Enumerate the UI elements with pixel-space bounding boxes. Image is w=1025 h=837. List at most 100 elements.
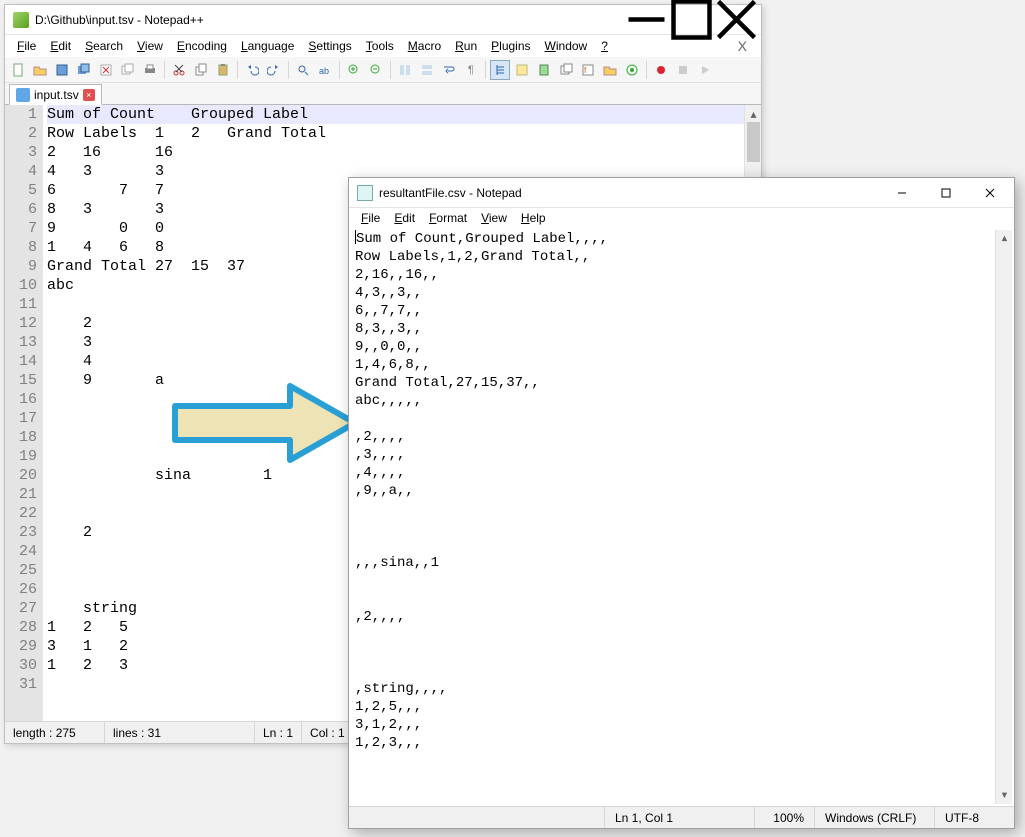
text-line[interactable] [355, 536, 995, 554]
close-all-icon[interactable] [118, 60, 138, 80]
np-scrollbar[interactable]: ▴ ▾ [995, 230, 1012, 804]
wrap-icon[interactable] [439, 60, 459, 80]
text-line[interactable]: 6,,7,7,, [355, 302, 995, 320]
close-file-icon[interactable] [96, 60, 116, 80]
code-line[interactable]: 2 16 16 [47, 143, 744, 162]
np-titlebar[interactable]: resultantFile.csv - Notepad [349, 178, 1014, 208]
text-line[interactable]: ,3,,,, [355, 446, 995, 464]
text-line[interactable]: ,,,sina,,1 [355, 554, 995, 572]
text-line[interactable]: ,2,,,, [355, 608, 995, 626]
close-button[interactable] [968, 179, 1012, 207]
menu-view[interactable]: View [475, 210, 513, 226]
save-all-icon[interactable] [74, 60, 94, 80]
text-line[interactable]: 2,16,,16,, [355, 266, 995, 284]
text-line[interactable]: 1,2,5,,, [355, 698, 995, 716]
npp-titlebar[interactable]: D:\Github\input.tsv - Notepad++ [5, 5, 761, 35]
code-line[interactable]: Row Labels 1 2 Grand Total [47, 124, 744, 143]
menu-file[interactable]: File [11, 37, 42, 55]
menu-window[interactable]: Window [539, 37, 594, 55]
scroll-up-icon[interactable]: ▴ [745, 105, 761, 122]
scroll-up-icon[interactable]: ▴ [996, 230, 1013, 247]
maximize-button[interactable] [924, 179, 968, 207]
menu-settings[interactable]: Settings [302, 37, 357, 55]
replace-icon[interactable]: ab [315, 60, 335, 80]
maximize-button[interactable] [669, 6, 714, 34]
menu-plugins[interactable]: Plugins [485, 37, 536, 55]
text-line[interactable] [355, 662, 995, 680]
text-line[interactable]: 8,3,,3,, [355, 320, 995, 338]
monitor-icon[interactable] [622, 60, 642, 80]
text-line[interactable]: ,string,,,, [355, 680, 995, 698]
menu-tools[interactable]: Tools [360, 37, 400, 55]
sync-v-icon[interactable] [395, 60, 415, 80]
menu-format[interactable]: Format [423, 210, 473, 226]
copy-icon[interactable] [191, 60, 211, 80]
record-macro-icon[interactable] [651, 60, 671, 80]
np-title: resultantFile.csv - Notepad [379, 186, 880, 200]
undo-icon[interactable] [242, 60, 262, 80]
text-line[interactable] [355, 500, 995, 518]
menu-macro[interactable]: Macro [402, 37, 447, 55]
scroll-thumb[interactable] [747, 122, 760, 162]
indent-guide-icon[interactable] [490, 60, 510, 80]
menu-encoding[interactable]: Encoding [171, 37, 233, 55]
play-macro-icon[interactable] [695, 60, 715, 80]
doc-map-icon[interactable] [534, 60, 554, 80]
print-icon[interactable] [140, 60, 160, 80]
tab-close-icon[interactable]: × [83, 89, 95, 101]
new-file-icon[interactable] [8, 60, 28, 80]
text-line[interactable]: 1,4,6,8,, [355, 356, 995, 374]
menu-edit[interactable]: Edit [388, 210, 421, 226]
text-line[interactable]: ,4,,,, [355, 464, 995, 482]
text-line[interactable]: abc,,,,, [355, 392, 995, 410]
text-line[interactable]: 1,2,3,,, [355, 734, 995, 752]
folder-icon[interactable] [600, 60, 620, 80]
menu-edit[interactable]: Edit [44, 37, 77, 55]
paste-icon[interactable] [213, 60, 233, 80]
save-icon[interactable] [52, 60, 72, 80]
text-line[interactable] [355, 644, 995, 662]
menu-language[interactable]: Language [235, 37, 300, 55]
text-line[interactable] [355, 410, 995, 428]
text-line[interactable] [355, 518, 995, 536]
code-line[interactable]: Sum of Count Grouped Label [47, 105, 744, 124]
text-line[interactable]: Row Labels,1,2,Grand Total,, [355, 248, 995, 266]
text-line[interactable]: Grand Total,27,15,37,, [355, 374, 995, 392]
text-line[interactable] [355, 626, 995, 644]
text-line[interactable]: ,2,,,, [355, 428, 995, 446]
lang-icon[interactable] [512, 60, 532, 80]
stop-macro-icon[interactable] [673, 60, 693, 80]
close-button[interactable] [714, 6, 759, 34]
show-all-chars-icon[interactable]: ¶ [461, 60, 481, 80]
np-status-enc: UTF-8 [934, 807, 1014, 828]
text-line[interactable]: Sum of Count,Grouped Label,,,, [355, 230, 995, 248]
tab-input-tsv[interactable]: input.tsv × [9, 84, 102, 105]
np-text-area[interactable]: Sum of Count,Grouped Label,,,,Row Labels… [351, 230, 995, 804]
sync-h-icon[interactable] [417, 60, 437, 80]
menu-help[interactable]: ? [595, 37, 614, 55]
text-line[interactable]: 9,,0,0,, [355, 338, 995, 356]
menu-search[interactable]: Search [79, 37, 129, 55]
zoom-out-icon[interactable] [366, 60, 386, 80]
text-line[interactable]: 4,3,,3,, [355, 284, 995, 302]
np-editor[interactable]: Sum of Count,Grouped Label,,,,Row Labels… [349, 228, 1014, 806]
zoom-in-icon[interactable] [344, 60, 364, 80]
find-icon[interactable] [293, 60, 313, 80]
npp-menubar-x[interactable]: X [730, 38, 755, 54]
scroll-down-icon[interactable]: ▾ [996, 787, 1013, 804]
doc-list-icon[interactable] [556, 60, 576, 80]
open-file-icon[interactable] [30, 60, 50, 80]
minimize-button[interactable] [624, 6, 669, 34]
redo-icon[interactable] [264, 60, 284, 80]
menu-view[interactable]: View [131, 37, 169, 55]
cut-icon[interactable] [169, 60, 189, 80]
minimize-button[interactable] [880, 179, 924, 207]
text-line[interactable] [355, 590, 995, 608]
menu-run[interactable]: Run [449, 37, 483, 55]
menu-help[interactable]: Help [515, 210, 552, 226]
text-line[interactable]: ,9,,a,, [355, 482, 995, 500]
func-list-icon[interactable]: f [578, 60, 598, 80]
text-line[interactable]: 3,1,2,,, [355, 716, 995, 734]
menu-file[interactable]: File [355, 210, 386, 226]
text-line[interactable] [355, 572, 995, 590]
